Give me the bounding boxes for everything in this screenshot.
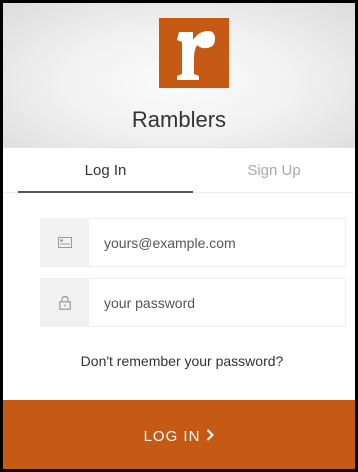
auth-tabs: Log In Sign Up [3, 149, 355, 193]
forgot-password-link[interactable]: Don't remember your password? [3, 353, 355, 369]
app-name: Ramblers [131, 107, 227, 132]
header: Ramblers [3, 3, 355, 148]
tab-sign-up[interactable]: Sign Up [193, 149, 355, 193]
password-input[interactable] [89, 279, 345, 326]
tab-log-in[interactable]: Log In [18, 149, 193, 193]
ramblers-logo [159, 18, 229, 88]
password-field [40, 278, 346, 327]
log-in-button[interactable]: LOG IN [3, 400, 355, 469]
log-in-button-label: LOG IN [143, 427, 201, 445]
lock-icon [41, 279, 89, 326]
email-field [40, 218, 346, 267]
login-widget: Ramblers Log In Sign Up Don't remember y… [0, 0, 358, 472]
email-input[interactable] [89, 219, 345, 266]
envelope-icon [41, 219, 89, 266]
chevron-right-icon [206, 428, 215, 445]
